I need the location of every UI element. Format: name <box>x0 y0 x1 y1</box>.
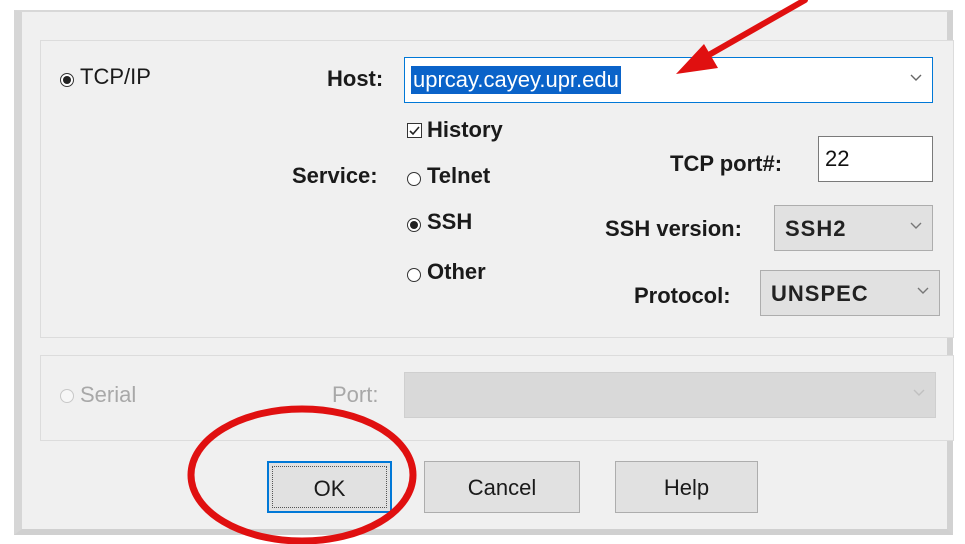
ok-button-label: OK <box>313 476 346 501</box>
history-label[interactable]: History <box>427 117 503 143</box>
host-input[interactable]: uprcay.cayey.upr.edu <box>404 57 933 103</box>
service-other-radio[interactable] <box>407 268 421 282</box>
chevron-down-icon[interactable] <box>910 74 922 82</box>
ssh-version-value: SSH2 <box>785 216 847 241</box>
service-telnet-label[interactable]: Telnet <box>427 163 490 189</box>
help-button[interactable]: Help <box>615 461 758 513</box>
service-telnet-radio[interactable] <box>407 172 421 186</box>
ssh-version-select[interactable]: SSH2 <box>774 205 933 251</box>
port-label: Port: <box>332 382 379 407</box>
ssh-version-label: SSH version: <box>605 216 742 241</box>
serial-label[interactable]: Serial <box>80 382 136 408</box>
chevron-down-icon[interactable] <box>917 287 929 295</box>
protocol-value: UNSPEC <box>771 281 869 306</box>
tcp-port-label: TCP port#: <box>670 151 783 176</box>
host-label: Host: <box>327 66 384 91</box>
host-value[interactable]: uprcay.cayey.upr.edu <box>411 66 621 94</box>
ok-button[interactable]: OK <box>267 461 392 513</box>
serial-port-select[interactable] <box>404 372 936 418</box>
service-ssh-radio[interactable] <box>407 218 421 232</box>
serial-radio[interactable] <box>60 389 74 403</box>
service-other-label[interactable]: Other <box>427 259 486 285</box>
protocol-select[interactable]: UNSPEC <box>760 270 940 316</box>
service-ssh-label[interactable]: SSH <box>427 209 472 235</box>
tcpip-radio[interactable] <box>60 73 74 87</box>
tcp-port-input[interactable]: 22 <box>818 136 933 182</box>
tcpip-label[interactable]: TCP/IP <box>80 64 151 90</box>
protocol-label: Protocol: <box>634 283 731 308</box>
chevron-down-icon[interactable] <box>910 222 922 230</box>
cancel-button-label: Cancel <box>467 475 537 500</box>
help-button-label: Help <box>663 475 710 500</box>
check-icon <box>409 126 420 136</box>
tcp-port-value[interactable]: 22 <box>825 146 849 172</box>
new-connection-dialog: TCP/IP Host: uprcay.cayey.upr.edu Histor… <box>14 10 954 535</box>
cancel-button[interactable]: Cancel <box>424 461 580 513</box>
history-checkbox[interactable] <box>407 123 422 138</box>
service-label: Service: <box>292 163 378 188</box>
chevron-down-icon[interactable] <box>913 389 925 397</box>
